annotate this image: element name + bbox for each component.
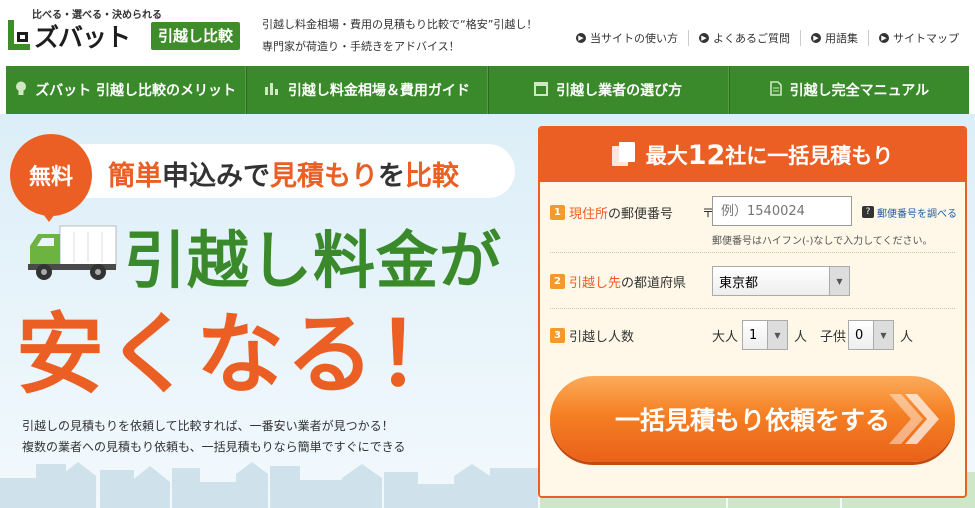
step-number: 3: [550, 328, 565, 343]
headline-text: を: [378, 161, 405, 192]
link-sitemap[interactable]: ▶ サイトマップ: [868, 30, 969, 46]
free-badge-tail: [40, 210, 58, 222]
divider: [550, 252, 955, 253]
headline-sub: 簡単申込みで見積もりを比較: [108, 154, 459, 193]
free-badge: 無料: [10, 134, 92, 216]
destination-label: 引越し先の都道府県: [569, 272, 686, 291]
question-icon: ?: [862, 206, 874, 218]
link-label: よくあるご質問: [713, 32, 790, 45]
main-nav: ズバット 引越し比較のメリット 引越し料金相場＆費用ガイド 引越し業者の選び方 …: [6, 66, 969, 114]
lightbulb-icon: [15, 81, 27, 100]
headline-highlight: 簡単: [108, 161, 162, 192]
circle-arrow-icon: ▶: [576, 33, 586, 43]
nav-label: ズバット 引越し比較のメリット: [35, 83, 237, 99]
quote-form-header: 最大 12 社に一括見積もり: [540, 128, 965, 182]
quote-form-panel: 最大12社に一括見積もり 1 現住所の郵便番号 〒 ? 郵便番号を調べる 郵便番…: [538, 126, 967, 498]
document-icon: [769, 80, 782, 100]
hero-section: 無料 簡単申込みで見積もりを比較 引越し料金が 安くなる！ 引越しの見積もりを依…: [0, 114, 975, 508]
link-label: 用語集: [825, 32, 858, 45]
submit-label: 一括見積もり依頼をする: [614, 406, 890, 435]
zip-code-input[interactable]: [712, 196, 852, 226]
form-title-pre: 最大: [645, 144, 688, 168]
link-label: サイトマップ: [893, 32, 959, 45]
tagline-line-1: 引越し料金相場・費用の見積もり比較で“格安”引越し！: [262, 18, 538, 31]
headline-text: 申込みで: [162, 161, 270, 192]
zip-row: 1 現住所の郵便番号 〒 ? 郵便番号を調べる 郵便番号はハイフン(-)なしで入…: [540, 194, 965, 252]
select-value: 東京都: [719, 275, 759, 291]
headline-highlight: 見積もり: [270, 161, 378, 192]
hero-desc-line-1: 引越しの見積もりを依頼して比較すれば、一番安い業者が見つかる！: [22, 419, 394, 433]
child-unit: 人: [900, 330, 914, 345]
nav-label: 引越し料金相場＆費用ガイド: [287, 83, 470, 99]
nav-item-choose-company[interactable]: 引越し業者の選び方: [487, 66, 729, 114]
lookup-zip-link[interactable]: 郵便番号を調べる: [877, 205, 957, 220]
people-row: 3 引越し人数 大人 1 ▼ 人 子供 0 ▼ 人: [540, 316, 965, 358]
adult-unit: 人: [794, 330, 808, 345]
chevron-down-icon: ▼: [767, 321, 787, 349]
label-text: の都道府県: [621, 276, 687, 291]
select-value: 0: [855, 327, 864, 343]
form-title-number: 12: [687, 139, 726, 171]
nav-item-price-guide[interactable]: 引越し料金相場＆費用ガイド: [246, 66, 488, 114]
step-number: 2: [550, 274, 565, 289]
site-logo[interactable]: 比べる・選べる・決められる ズバット 引越し比較: [6, 6, 246, 54]
nav-label: 引越し完全マニュアル: [789, 83, 930, 99]
step-number: 1: [550, 205, 565, 220]
calendar-icon: [534, 81, 549, 100]
documents-icon: [611, 142, 636, 168]
prefecture-select[interactable]: 東京都 ▼: [712, 266, 850, 296]
label-highlight: 引越し先: [569, 276, 622, 291]
tagline-line-2: 専門家が荷造り・手続きをアドバイス！: [262, 40, 460, 53]
header-tagline: 引越し料金相場・費用の見積もり比較で“格安”引越し！ 専門家が荷造り・手続きをア…: [262, 14, 537, 58]
circle-arrow-icon: ▶: [811, 33, 821, 43]
select-value: 1: [749, 327, 758, 343]
double-chevron-right-icon: [889, 394, 939, 444]
adult-count-select[interactable]: 1 ▼: [742, 320, 788, 350]
site-header: 比べる・選べる・決められる ズバット 引越し比較 引越し料金相場・費用の見積もり…: [0, 0, 975, 62]
nav-item-manual[interactable]: 引越し完全マニュアル: [728, 66, 969, 114]
hero-description: 引越しの見積もりを依頼して比較すれば、一番安い業者が見つかる！ 複数の業者への見…: [22, 416, 405, 458]
submit-quote-button[interactable]: 一括見積もり依頼をする: [550, 376, 955, 462]
destination-row: 2 引越し先の都道府県 東京都 ▼: [540, 260, 965, 306]
logo-name: ズバット: [34, 23, 131, 52]
label-text: の郵便番号: [608, 207, 674, 222]
quote-form-body: 1 現住所の郵便番号 〒 ? 郵便番号を調べる 郵便番号はハイフン(-)なしで入…: [540, 182, 965, 496]
link-faq[interactable]: ▶ よくあるご質問: [688, 30, 800, 46]
logo-sub-badge: 引越し比較: [151, 22, 241, 50]
nav-item-merits[interactable]: ズバット 引越し比較のメリット: [6, 66, 247, 114]
truck-icon: [28, 225, 117, 280]
label-highlight: 現住所: [569, 207, 609, 222]
circle-arrow-icon: ▶: [879, 33, 889, 43]
adult-label: 大人: [712, 330, 739, 345]
header-links: ▶ 当サイトの使い方 ▶ よくあるご質問 ▶ 用語集 ▶ サイトマップ: [566, 30, 969, 46]
logo-mark-icon: [8, 20, 30, 50]
link-label: 当サイトの使い方: [590, 32, 678, 45]
child-count-select[interactable]: 0 ▼: [848, 320, 894, 350]
link-glossary[interactable]: ▶ 用語集: [800, 30, 868, 46]
zip-label: 現住所の郵便番号: [569, 203, 673, 222]
chevron-down-icon: ▼: [873, 321, 893, 349]
link-how-to-use[interactable]: ▶ 当サイトの使い方: [566, 30, 688, 46]
divider: [550, 308, 955, 309]
main-headline-line-2: 安くなる！: [16, 303, 467, 406]
chevron-down-icon: ▼: [829, 267, 849, 295]
zip-hint: 郵便番号はハイフン(-)なしで入力してください。: [712, 236, 933, 247]
hero-desc-line-2: 複数の業者への見積もり依頼も、一括見積もりなら簡単ですぐにできる: [22, 440, 406, 454]
people-label: 引越し人数: [569, 330, 635, 345]
form-title-post: 社に一括見積もり: [725, 144, 894, 168]
headline-highlight: 比較: [405, 161, 459, 192]
child-label: 子供: [820, 330, 847, 345]
nav-label: 引越し業者の選び方: [556, 83, 683, 99]
circle-arrow-icon: ▶: [699, 33, 709, 43]
bar-chart-icon: [264, 81, 280, 99]
